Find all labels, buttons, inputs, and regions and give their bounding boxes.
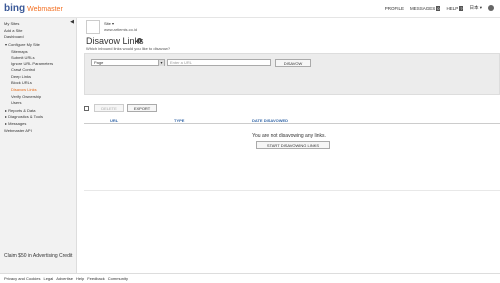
url-input[interactable]: Enter a URL <box>167 59 271 66</box>
footer: Privacy and Cookies Legal Advertise Help Fee… <box>0 273 500 283</box>
table-header: URL TYPE DATE DISAVOWED <box>84 117 500 124</box>
column-url[interactable]: URL <box>110 118 118 123</box>
sidebar-item[interactable]: Block URLs <box>11 80 32 85</box>
brand-name: bing <box>4 3 26 14</box>
footer-links: Privacy and Cookies Legal Advertise Help Fee… <box>4 276 128 281</box>
sidebar-item[interactable]: ▾ Configure My Site <box>5 42 40 47</box>
chevron-down-icon: ▾ <box>158 60 164 66</box>
divider <box>84 190 500 191</box>
sidebar-item[interactable]: Deep Links <box>11 74 31 79</box>
footer-link[interactable]: Help <box>76 276 84 281</box>
sidebar: ◀ My Sites Add a Site Dashboard ▾ Configure… <box>0 18 77 273</box>
help-badge: ? <box>459 5 464 11</box>
bing-logo[interactable]: bing Webmaster <box>4 3 63 14</box>
sidebar-item[interactable]: Users <box>11 100 21 105</box>
sidebar-item[interactable]: ▸ Diagnostics & Tools <box>5 114 43 119</box>
sidebar-item[interactable]: ▸ Reports & Data <box>5 108 35 113</box>
page-subtitle: Which inbound links would you like to di… <box>86 46 171 51</box>
top-nav: PROFILE MESSAGES 0 HELP? 日本 ▾ <box>385 5 494 11</box>
sidebar-item[interactable]: Webmaster API <box>4 128 32 133</box>
start-disavowing-button[interactable]: START DISAVOWING LINKS <box>256 141 330 149</box>
sidebar-item[interactable]: My Sites <box>4 21 19 26</box>
main-content: Site ▾ www.artiemis.co.id Disavow Links … <box>78 18 500 273</box>
sidebar-item[interactable]: Submit URLs <box>11 55 35 60</box>
help-link[interactable]: HELP? <box>446 5 464 11</box>
top-bar: bing Webmaster PROFILE MESSAGES 0 HELP? 日本… <box>0 0 500 18</box>
footer-link[interactable]: Community <box>108 276 128 281</box>
sidebar-item[interactable]: Ignore URL Parameters <box>11 61 53 66</box>
column-date-disavowed[interactable]: DATE DISAVOWED <box>252 118 288 123</box>
language-selector[interactable]: 日本 ▾ <box>469 5 482 11</box>
sidebar-item[interactable]: Crawl Control <box>11 67 35 72</box>
help-label: HELP <box>446 5 459 11</box>
user-avatar-icon[interactable] <box>488 5 494 11</box>
info-icon[interactable]: i <box>137 38 142 43</box>
site-thumbnail <box>86 20 100 34</box>
disavow-form-panel: Page ▾ Enter a URL DISAVOW <box>84 53 500 95</box>
site-selector[interactable]: Site ▾ <box>104 21 114 26</box>
sidebar-item[interactable]: Verify Ownership <box>11 94 41 99</box>
site-url: www.artiemis.co.id <box>104 27 138 32</box>
advertising-credit-link[interactable]: Claim $50 in Advertising Credit <box>4 253 74 259</box>
type-select-value: Page <box>94 60 104 65</box>
page-title: Disavow Links <box>86 36 144 46</box>
footer-link[interactable]: Privacy and Cookies <box>4 276 40 281</box>
product-name: Webmaster <box>27 6 63 13</box>
footer-link[interactable]: Advertise <box>56 276 73 281</box>
footer-link[interactable]: Feedback <box>87 276 105 281</box>
messages-link[interactable]: MESSAGES 0 <box>409 5 441 11</box>
profile-link[interactable]: PROFILE <box>385 6 404 11</box>
collapse-sidebar-icon[interactable]: ◀ <box>70 19 74 25</box>
sidebar-item[interactable]: Dashboard <box>4 34 24 39</box>
type-select[interactable]: Page ▾ <box>91 59 165 66</box>
select-all-checkbox[interactable] <box>84 106 89 111</box>
sidebar-item[interactable]: Add a Site <box>4 28 22 33</box>
sidebar-item[interactable]: ▸ Messages <box>5 121 26 126</box>
footer-link[interactable]: Legal <box>43 276 53 281</box>
sidebar-item[interactable]: Sitemaps <box>11 49 28 54</box>
delete-button[interactable]: DELETE <box>94 104 124 112</box>
column-type[interactable]: TYPE <box>174 118 184 123</box>
messages-count-badge: 0 <box>436 5 441 11</box>
empty-state-message: You are not disavowing any links. <box>252 133 326 139</box>
sidebar-item[interactable]: Disavow Links <box>11 87 37 92</box>
export-button[interactable]: EXPORT <box>127 104 157 112</box>
messages-label: MESSAGES <box>409 5 436 11</box>
disavow-button[interactable]: DISAVOW <box>275 59 311 67</box>
